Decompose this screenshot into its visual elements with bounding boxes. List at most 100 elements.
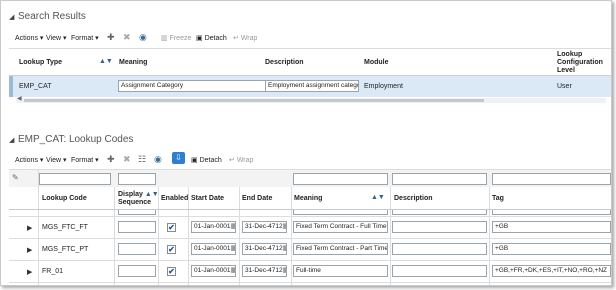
lookup-code-filter[interactable] <box>39 173 111 185</box>
calendar-icon[interactable]: ▦ <box>231 245 236 252</box>
lookup-code-value: MGS_FTC_FT <box>42 224 88 231</box>
col-meaning[interactable]: Meaning <box>119 59 147 66</box>
table-row[interactable]: ▶ MGS_FTC_FT ✔ 01-Jan-0001▦ 31-Dec-4712▦… <box>9 217 611 238</box>
window: ◢ Search Results Actions ▾ View ▾ Format… <box>0 0 612 286</box>
enabled-checkbox[interactable]: ✔ <box>167 245 176 254</box>
actions-menu[interactable]: Actions ▾ <box>15 156 43 164</box>
sort-icon[interactable]: ▲▼ <box>99 58 113 65</box>
format-menu[interactable]: Format ▾ <box>71 156 99 164</box>
tag-filter[interactable] <box>492 173 611 185</box>
col-lookup-type[interactable]: Lookup Type <box>19 59 62 66</box>
description-field[interactable] <box>392 243 487 255</box>
wrap-button[interactable]: ↵ Wrap <box>233 34 257 42</box>
collapse-triangle-icon[interactable]: ◢ <box>9 136 14 144</box>
sequence-field[interactable] <box>118 265 156 277</box>
end-date-field[interactable]: 31-Dec-4712▦ <box>242 221 287 233</box>
meaning-field[interactable]: Fixed Term Contract - Part Time <box>293 243 388 255</box>
table-row[interactable]: ▶ MGS_FTC_PT ✔ 01-Jan-0001▦ 31-Dec-4712▦… <box>9 239 611 260</box>
lookup-type-value: EMP_CAT <box>19 83 52 90</box>
expand-icon[interactable]: ▶ <box>27 246 32 254</box>
expand-icon[interactable]: ▶ <box>27 268 32 276</box>
filter-toggle-icon[interactable]: ⇩ <box>172 152 185 164</box>
start-date-field[interactable]: 01-Jan-0001▦ <box>191 265 236 277</box>
description-filter[interactable] <box>392 173 487 185</box>
refresh-icon[interactable]: ◉ <box>139 32 147 43</box>
enabled-checkbox[interactable]: ✔ <box>167 223 176 232</box>
refresh-icon[interactable]: ◉ <box>154 154 162 165</box>
view-menu[interactable]: View ▾ <box>46 156 67 164</box>
col-meaning[interactable]: Meaning <box>294 195 322 202</box>
freeze-button[interactable]: ▥ Freeze <box>161 34 191 42</box>
detach-button[interactable]: ▣ Detach <box>196 34 227 42</box>
col-description[interactable]: Description <box>265 59 304 66</box>
collapse-triangle-icon[interactable]: ◢ <box>9 13 14 21</box>
add-icon[interactable]: ✚ <box>107 32 115 43</box>
config-level-value: User <box>557 83 572 90</box>
col-module[interactable]: Module <box>364 59 389 66</box>
delete-icon[interactable]: ✖ <box>123 154 131 165</box>
edit-icon[interactable]: ✎ <box>12 173 19 182</box>
description-field[interactable]: Employment assignment categories <box>265 80 359 92</box>
add-icon[interactable]: ✚ <box>107 154 115 165</box>
calendar-icon[interactable]: ▦ <box>283 245 286 252</box>
col-config-level-1[interactable]: Lookup <box>557 51 582 58</box>
meaning-field[interactable]: Assignment Category <box>118 80 268 92</box>
delete-icon[interactable]: ✖ <box>123 32 131 43</box>
sequence-field <box>118 210 156 215</box>
horizontal-scrollbar[interactable]: ◀ <box>16 95 606 103</box>
lookup-codes-title: EMP_CAT: Lookup Codes <box>18 134 134 145</box>
table-row[interactable]: EMP_CAT Assignment Category Employment a… <box>9 76 611 97</box>
divider <box>9 48 611 49</box>
tag-field[interactable]: +GB,+FR,+DK,+ES,+IT,+NO,+RO,+NZ <box>492 265 611 277</box>
description-field[interactable] <box>392 221 487 233</box>
start-date-field[interactable]: 01-Jan-0001▦ <box>191 243 236 255</box>
col-tag[interactable]: Tag <box>492 195 504 202</box>
col-description[interactable]: Description <box>394 195 433 202</box>
meaning-field[interactable]: Full-time <box>293 265 388 277</box>
col-config-level-3[interactable]: Level <box>557 67 575 74</box>
divider <box>9 282 611 283</box>
col-display-sequence-1[interactable]: Display ▲▼ <box>118 191 159 198</box>
calendar-icon[interactable]: ▦ <box>231 223 236 230</box>
calendar-icon[interactable]: ▦ <box>231 267 236 274</box>
module-value: Employment <box>364 83 403 90</box>
end-date-field[interactable]: 31-Dec-4712▦ <box>242 265 287 277</box>
meaning-field[interactable]: Fixed Term Contract - Full Time <box>293 221 388 233</box>
wrap-button[interactable]: ↵ Wrap <box>229 156 253 164</box>
format-menu[interactable]: Format ▾ <box>71 34 99 42</box>
expand-icon[interactable]: ▶ <box>27 224 32 232</box>
view-menu[interactable]: View ▾ <box>46 34 67 42</box>
col-config-level-2[interactable]: Configuration <box>557 59 603 66</box>
description-field[interactable] <box>392 265 487 277</box>
scroll-left-icon[interactable]: ◀ <box>17 95 22 102</box>
calendar-icon[interactable]: ▦ <box>283 223 286 230</box>
col-enabled[interactable]: Enabled <box>161 195 188 202</box>
end-date-field[interactable]: 31-Dec-4712▦ <box>242 243 287 255</box>
description-field <box>392 210 487 215</box>
tag-field[interactable]: +GB <box>492 221 611 233</box>
sequence-filter[interactable] <box>118 173 156 185</box>
tag-field[interactable]: +GB <box>492 243 611 255</box>
lookup-code-value: FR_01 <box>42 268 64 275</box>
lookup-code-value: MGS_FTC_PT <box>42 246 89 253</box>
row-selector <box>9 76 13 97</box>
enabled-checkbox[interactable]: ✔ <box>167 267 176 276</box>
query-by-example-icon[interactable]: ☷ <box>138 154 146 165</box>
sort-icon[interactable]: ▲▼ <box>371 194 385 201</box>
scrollbar-thumb[interactable] <box>24 99 484 102</box>
sequence-field[interactable] <box>118 243 156 255</box>
search-results-title: Search Results <box>18 11 86 22</box>
sequence-field[interactable] <box>118 221 156 233</box>
actions-menu[interactable]: Actions ▾ <box>15 34 43 42</box>
col-lookup-code[interactable]: Lookup Code <box>42 195 87 202</box>
detach-button[interactable]: ▣ Detach <box>191 156 222 164</box>
table-row[interactable]: ▶ FR_01 ✔ 01-Jan-0001▦ 31-Dec-4712▦ Full… <box>9 261 611 282</box>
filter-row: ✎ <box>9 170 611 187</box>
calendar-icon[interactable]: ▦ <box>283 267 286 274</box>
col-start-date[interactable]: Start Date <box>191 195 224 202</box>
start-date-field[interactable]: 01-Jan-0001▦ <box>191 221 236 233</box>
col-display-sequence-2[interactable]: Sequence <box>118 199 151 206</box>
col-end-date[interactable]: End Date <box>242 195 272 202</box>
tag-field <box>492 210 611 215</box>
meaning-filter[interactable] <box>293 173 388 185</box>
